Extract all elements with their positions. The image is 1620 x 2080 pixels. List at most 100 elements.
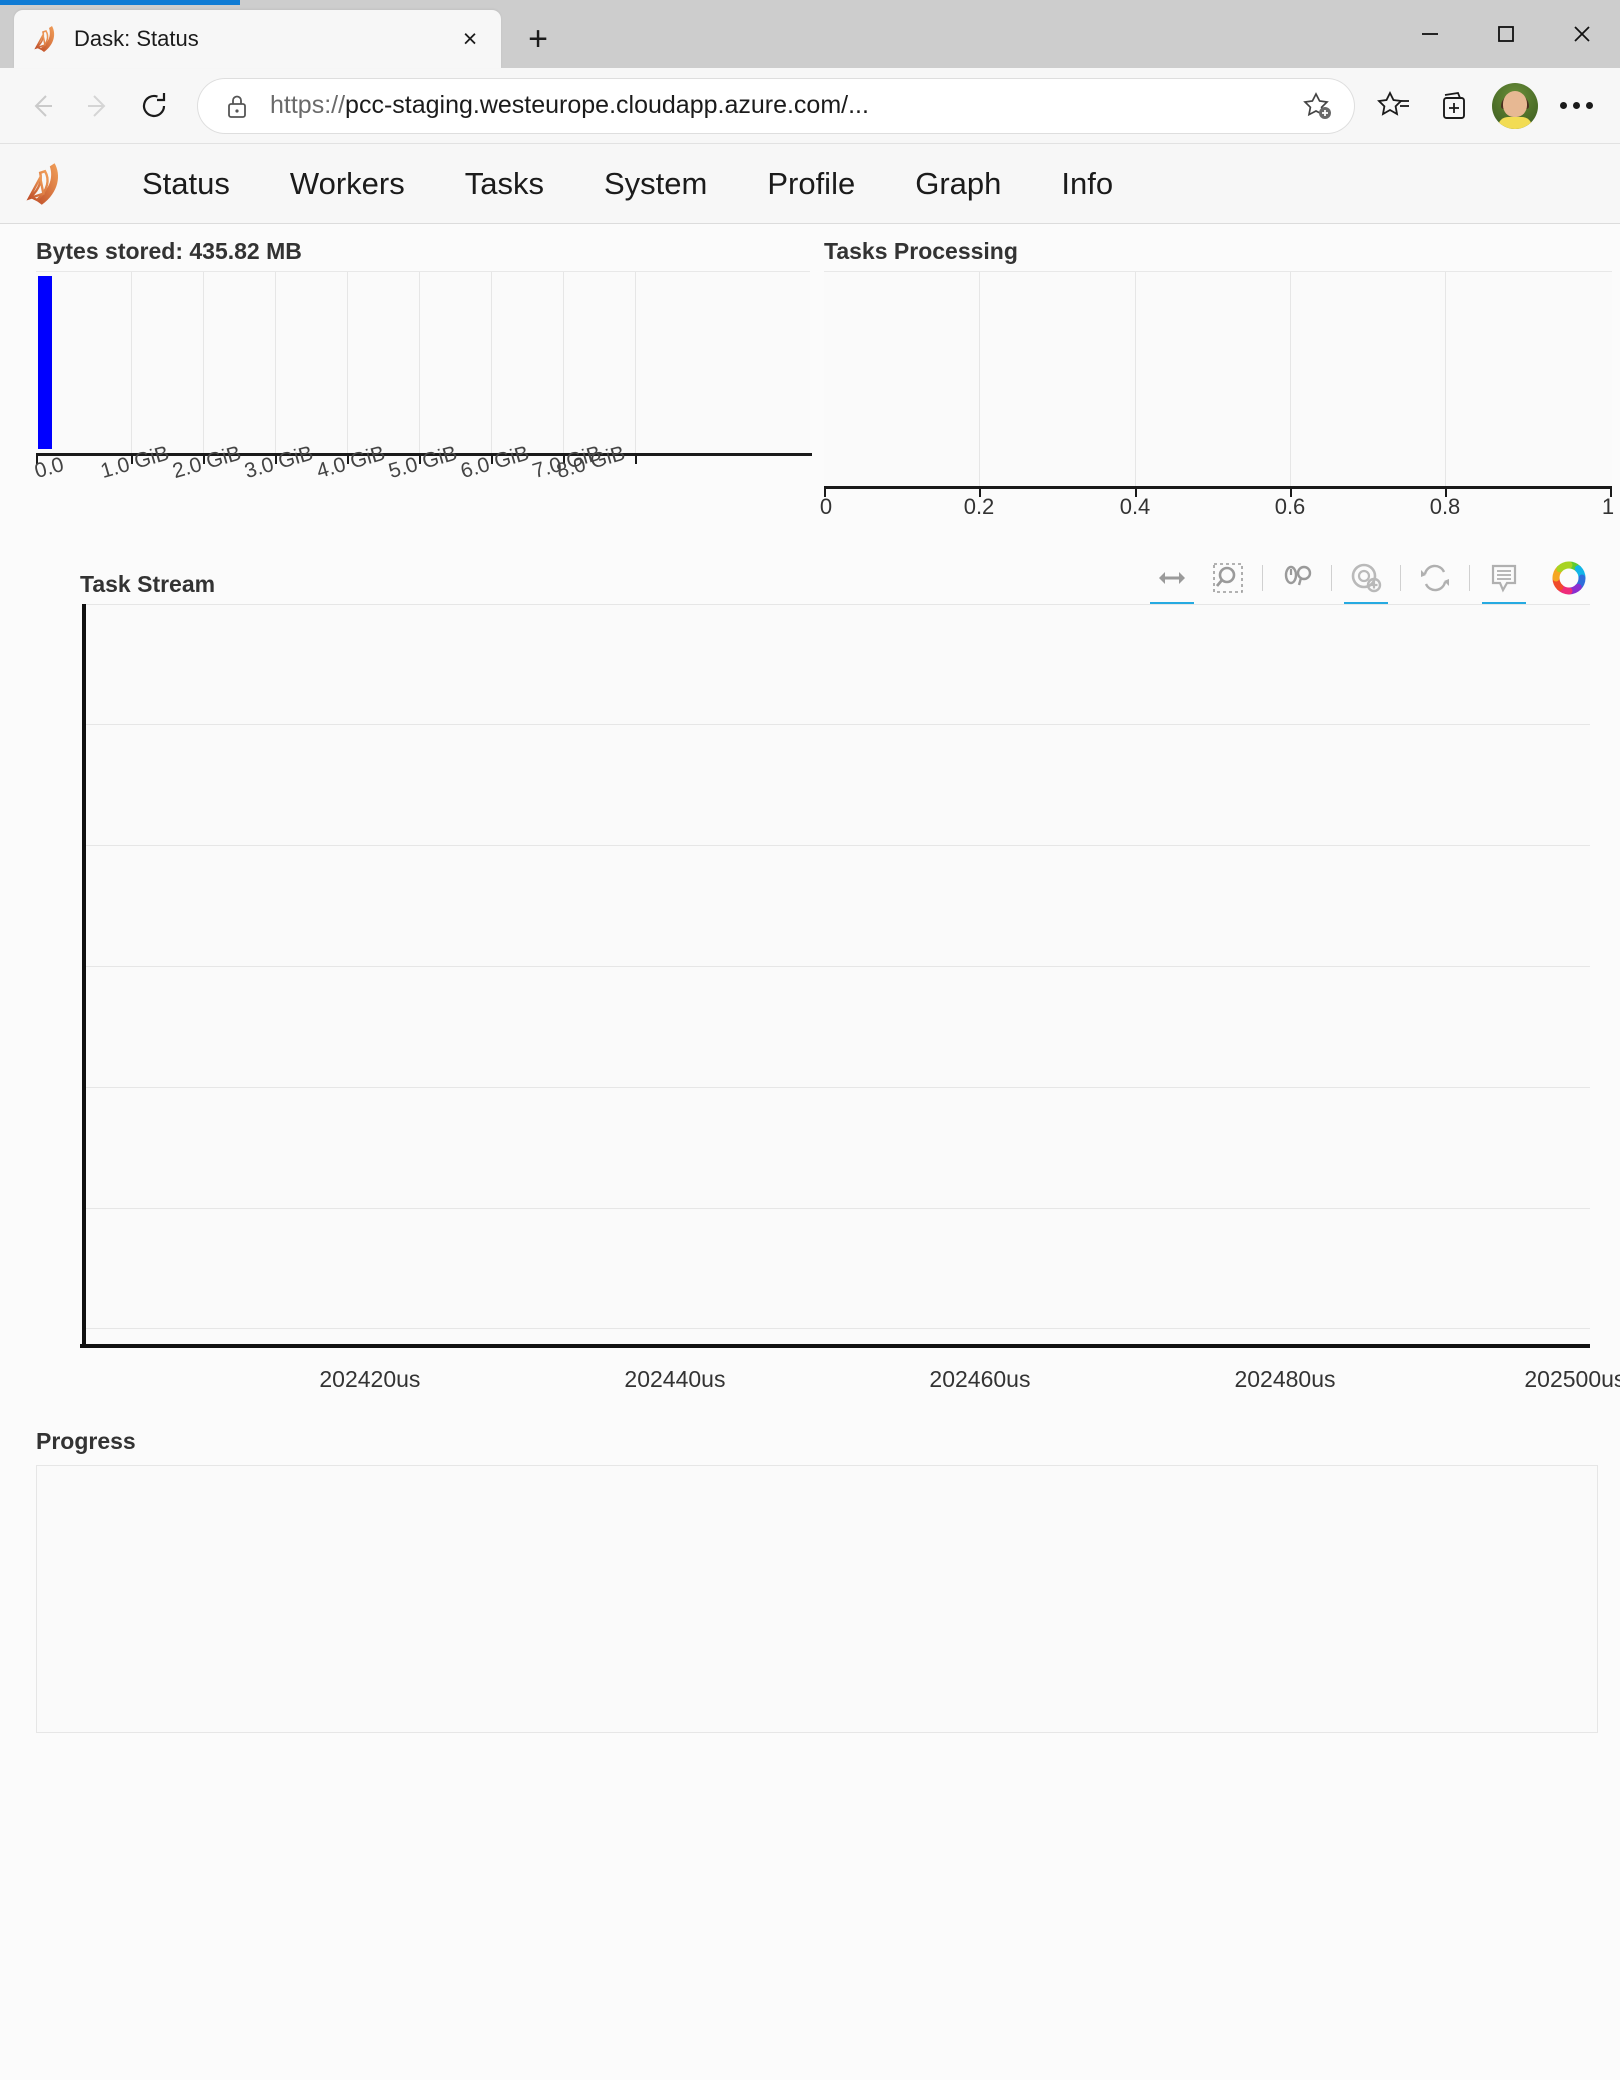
gridline xyxy=(347,272,348,453)
progress-plot[interactable] xyxy=(36,1465,1598,1733)
tasks-processing-title: Tasks Processing xyxy=(824,238,1018,264)
collections-icon[interactable] xyxy=(1424,76,1484,136)
gridline xyxy=(86,1328,1590,1329)
bytes-stored-x-tick-labels: 0.0 1.0 GiB 2.0 GiB 3.0 GiB 4.0 GiB 5.0 … xyxy=(32,442,810,523)
url-scheme: https:// xyxy=(270,91,346,119)
settings-and-more-icon[interactable] xyxy=(1546,76,1606,136)
zoom-in-tool[interactable] xyxy=(1342,554,1390,607)
address-bar-url[interactable]: https://pcc-staging.westeurope.cloudapp.… xyxy=(270,91,1292,120)
x-tick-label: 1 xyxy=(1601,494,1615,519)
close-window-button[interactable] xyxy=(1544,0,1620,68)
url-host: pcc-staging.westeurope.cloudapp.azure.co… xyxy=(345,91,869,119)
dot-3 xyxy=(1585,102,1593,109)
x-tick-label: 202420us xyxy=(319,1366,421,1392)
dask-logo-icon xyxy=(22,160,68,208)
toolbar-separator xyxy=(1469,565,1470,591)
close-tab-icon[interactable]: × xyxy=(453,22,487,56)
x-tick-label: 0.4 xyxy=(1119,494,1151,519)
x-tick-label: 0.2 xyxy=(963,494,995,519)
nav-item-tasks[interactable]: Tasks xyxy=(435,166,574,202)
window-controls xyxy=(1392,0,1620,68)
reload-button[interactable] xyxy=(126,78,182,134)
gridline xyxy=(86,1087,1590,1088)
nav-item-status[interactable]: Status xyxy=(112,166,260,202)
new-tab-button[interactable]: + xyxy=(515,16,561,62)
gridline xyxy=(1290,272,1291,486)
title-bar: Dask: Status × + xyxy=(0,0,1620,68)
progress-panel: Progress xyxy=(0,1408,1620,1733)
add-favorite-star-icon[interactable] xyxy=(1292,80,1344,132)
gridline xyxy=(275,272,276,453)
bokeh-toolbar xyxy=(1144,554,1590,607)
back-button[interactable] xyxy=(14,78,70,134)
avatar-face xyxy=(1503,90,1527,117)
progress-title: Progress xyxy=(36,1428,136,1454)
avatar-shirt xyxy=(1498,116,1532,129)
nav-item-info[interactable]: Info xyxy=(1031,166,1143,202)
x-tick-label: 0.8 xyxy=(1429,494,1461,519)
favorites-icon[interactable] xyxy=(1364,76,1424,136)
memory-bar[interactable] xyxy=(38,276,52,449)
gridline xyxy=(1445,272,1446,486)
x-tick-label: 0 xyxy=(819,494,833,519)
bokeh-logo-icon[interactable] xyxy=(1548,557,1590,599)
browser-window: Dask: Status × + https://pcc-staging.wes… xyxy=(0,0,1620,2080)
browser-tab-dask-status[interactable]: Dask: Status × xyxy=(14,10,501,68)
task-stream-header: Task Stream xyxy=(80,554,1590,607)
browser-toolbar: https://pcc-staging.westeurope.cloudapp.… xyxy=(0,68,1620,144)
profile-avatar[interactable] xyxy=(1492,82,1538,129)
tab-title: Dask: Status xyxy=(74,26,199,51)
x-tick-label: 202500us xyxy=(1524,1366,1620,1392)
gridline xyxy=(86,966,1590,967)
box-zoom-tool[interactable] xyxy=(1204,554,1252,602)
task-stream-title: Task Stream xyxy=(80,571,216,597)
task-stream-x-tick-labels: 202420us 202440us 202460us 202480us 2025… xyxy=(80,1348,1620,1408)
x-tick-label: 0.0 xyxy=(32,452,67,484)
wheel-zoom-tool[interactable] xyxy=(1273,554,1321,602)
gridline xyxy=(979,272,980,486)
gridline xyxy=(131,272,132,453)
minimize-window-button[interactable] xyxy=(1392,0,1468,68)
address-bar[interactable]: https://pcc-staging.westeurope.cloudapp.… xyxy=(198,78,1354,133)
forward-button[interactable] xyxy=(70,78,126,134)
gridline xyxy=(419,272,420,453)
gridline xyxy=(86,724,1590,725)
nav-item-profile[interactable]: Profile xyxy=(737,166,885,202)
bytes-stored-plot[interactable] xyxy=(36,271,812,464)
task-stream-plot[interactable] xyxy=(82,604,1590,1344)
toolbar-separator xyxy=(1331,565,1332,591)
gridline xyxy=(1135,272,1136,486)
bytes-stored-panel: Bytes stored: 435.82 MB 0.0 1.0 GiB 2.0 … xyxy=(0,224,812,554)
site-information-lock-icon[interactable] xyxy=(224,91,250,121)
nav-item-system[interactable]: System xyxy=(574,166,737,202)
pan-tool[interactable] xyxy=(1148,554,1196,607)
gridline xyxy=(203,272,204,453)
dask-status-page: Bytes stored: 435.82 MB 0.0 1.0 GiB 2.0 … xyxy=(0,224,1620,2080)
toolbar-separator xyxy=(1262,565,1263,591)
dask-logo-icon xyxy=(32,24,60,54)
dask-navigation-bar: Status Workers Tasks System Profile Grap… xyxy=(0,144,1620,224)
task-stream-panel: Task Stream 202420us 202440us 202460us 2… xyxy=(0,554,1620,1408)
x-tick-label: 202480us xyxy=(1234,1366,1336,1392)
toolbar-separator xyxy=(1400,565,1401,591)
hover-tool[interactable] xyxy=(1480,554,1528,607)
nav-item-graph[interactable]: Graph xyxy=(885,166,1031,202)
bytes-stored-title: Bytes stored: 435.82 MB xyxy=(36,238,302,264)
reset-tool[interactable] xyxy=(1411,554,1459,602)
dot-1 xyxy=(1559,102,1567,109)
x-tick-label: 202460us xyxy=(929,1366,1031,1392)
tasks-processing-panel: Tasks Processing 0 0.2 0.4 0.6 0.8 1 xyxy=(810,224,1620,554)
gridline xyxy=(86,604,1590,605)
x-tick-label: 0.6 xyxy=(1274,494,1306,519)
nav-item-workers[interactable]: Workers xyxy=(260,166,435,202)
gridline xyxy=(86,845,1590,846)
gridline xyxy=(491,272,492,453)
gridline xyxy=(635,272,636,453)
maximize-window-button[interactable] xyxy=(1468,0,1544,68)
tasks-processing-plot[interactable] xyxy=(824,271,1612,497)
window-accent-stripe xyxy=(0,0,240,5)
top-charts-row: Bytes stored: 435.82 MB 0.0 1.0 GiB 2.0 … xyxy=(0,224,1620,554)
tasks-processing-x-tick-labels: 0 0.2 0.4 0.6 0.8 1 xyxy=(820,486,1615,534)
gridline xyxy=(563,272,564,453)
gridline xyxy=(86,1208,1590,1209)
